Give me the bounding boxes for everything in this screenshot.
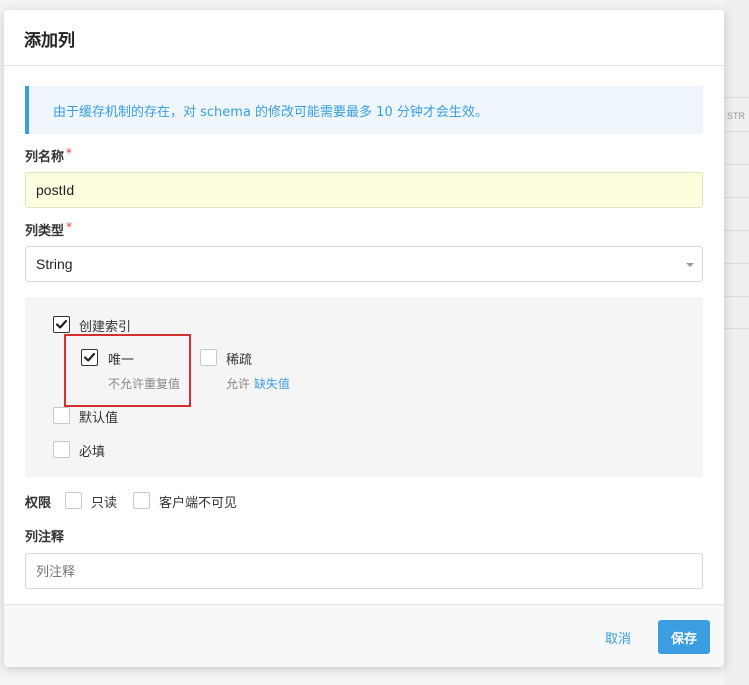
column-name-value: postId (36, 182, 75, 198)
checkmark-icon (83, 352, 96, 362)
dialog-footer: 取消 保存 (4, 604, 724, 667)
background-row-divider (724, 328, 749, 329)
background-row-divider (724, 296, 749, 297)
create-index-checkbox[interactable] (53, 316, 70, 333)
column-type-select[interactable]: String (25, 246, 703, 282)
background-table-column (724, 0, 749, 685)
background-row-divider (724, 164, 749, 165)
checkmark-icon (55, 319, 68, 329)
required-checkbox[interactable] (53, 441, 70, 458)
column-name-label-text: 列名称 (25, 150, 65, 165)
dialog-title: 添加列 (24, 31, 75, 51)
cancel-button[interactable]: 取消 (594, 622, 642, 652)
permissions-row: 权限 只读 客户端不可见 (25, 489, 703, 519)
column-type-value: String (36, 256, 73, 272)
column-name-input[interactable]: postId (25, 172, 703, 208)
client-hidden-label: 客户端不可见 (159, 496, 238, 511)
column-options-panel: 创建索引 唯一 不允许重复值 稀疏 允许 缺失值 默认值 必填 (25, 297, 703, 477)
info-notice-text: 由于缓存机制的存在，对 schema 的修改可能需要最多 10 分钟才会生效。 (53, 105, 488, 120)
required-mark: * (66, 146, 73, 160)
save-button[interactable]: 保存 (658, 620, 710, 654)
background-row-divider (724, 263, 749, 264)
column-type-label: 列类型 * (25, 220, 703, 240)
background-column-header: STR (727, 111, 745, 121)
unique-label: 唯一 (108, 353, 135, 368)
readonly-label: 只读 (91, 496, 118, 511)
sparse-label: 稀疏 (226, 353, 253, 368)
background-row-divider (724, 197, 749, 198)
sparse-description: 允许 缺失值 (226, 375, 290, 392)
missing-value-link[interactable]: 缺失值 (254, 377, 290, 391)
background-row-divider (724, 230, 749, 231)
unique-description: 不允许重复值 (108, 377, 181, 391)
info-notice: 由于缓存机制的存在，对 schema 的修改可能需要最多 10 分钟才会生效。 (25, 86, 703, 134)
highlight-annotation (64, 334, 191, 407)
default-value-label: 默认值 (79, 411, 119, 426)
background-row-divider (724, 131, 749, 132)
client-hidden-checkbox[interactable] (133, 492, 150, 509)
column-name-label: 列名称 * (25, 146, 703, 166)
required-label: 必填 (79, 445, 106, 460)
add-column-dialog: 添加列 由于缓存机制的存在，对 schema 的修改可能需要最多 10 分钟才会… (4, 10, 724, 667)
create-index-label: 创建索引 (79, 320, 132, 335)
dialog-header: 添加列 (4, 10, 724, 66)
comment-input[interactable] (25, 553, 703, 589)
required-mark: * (66, 220, 73, 234)
dialog-body: 由于缓存机制的存在，对 schema 的修改可能需要最多 10 分钟才会生效。 … (4, 66, 724, 589)
default-value-checkbox[interactable] (53, 407, 70, 424)
sparse-checkbox[interactable] (200, 349, 217, 366)
sparse-description-prefix: 允许 (226, 377, 251, 391)
column-type-label-text: 列类型 (25, 224, 65, 239)
readonly-checkbox[interactable] (65, 492, 82, 509)
unique-checkbox[interactable] (81, 349, 98, 366)
permissions-label: 权限 (25, 496, 52, 511)
chevron-down-icon (686, 263, 694, 267)
background-row-divider (724, 97, 749, 98)
comment-label: 列注释 (25, 530, 65, 545)
